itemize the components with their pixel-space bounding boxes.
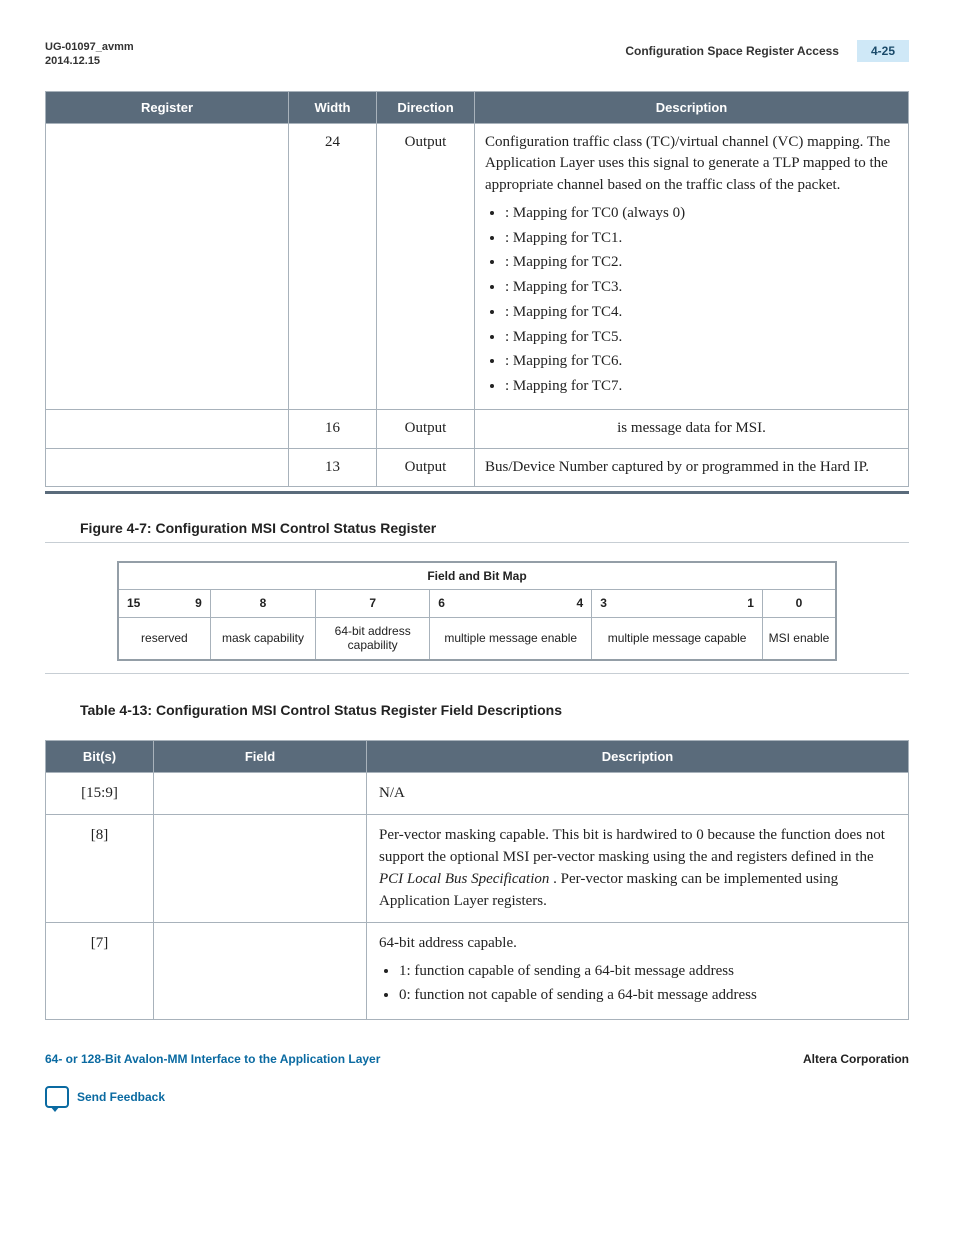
doc-date: 2014.12.15 [45, 54, 134, 68]
table-caption: Table 4-13: Configuration MSI Control St… [45, 702, 909, 718]
bit-range: 64 [430, 590, 592, 617]
cell-direction: Output [377, 409, 475, 448]
bit-range: 8 [210, 590, 315, 617]
page-number-badge: 4-25 [857, 40, 909, 62]
bit-range: 31 [592, 590, 763, 617]
bit-number-row: 159 8 7 64 31 0 [118, 590, 836, 617]
separator [45, 673, 909, 674]
list-item: : Mapping for TC1. [505, 228, 898, 250]
cell-bits: [7] [46, 923, 154, 1019]
table-row: [8] Per-vector masking capable. This bit… [46, 815, 909, 923]
list-item: : Mapping for TC5. [505, 327, 898, 349]
table-row: [7] 64-bit address capable. 1: function … [46, 923, 909, 1019]
cell-register [46, 123, 289, 409]
desc-text: registers defined in the [737, 849, 874, 865]
footer-chapter-link[interactable]: 64- or 128-Bit Avalon-MM Interface to th… [45, 1052, 380, 1066]
desc-intro: Configuration traffic class (TC)/virtual… [485, 132, 898, 197]
cell-field [154, 815, 367, 923]
doc-id-block: UG-01097_avmm 2014.12.15 [45, 40, 134, 69]
list-item: : Mapping for TC3. [505, 277, 898, 299]
field-reserved: reserved [118, 617, 210, 659]
header-right: Configuration Space Register Access 4-25 [625, 40, 909, 62]
th-description: Description [475, 91, 909, 123]
desc-text: and [711, 849, 736, 865]
field-msi-enable: MSI enable [762, 617, 836, 659]
cell-description: N/A [367, 772, 909, 815]
cell-description: Bus/Device Number captured by or program… [475, 448, 909, 487]
cell-description: is message data for MSI. [475, 409, 909, 448]
table-row: [15:9] N/A [46, 772, 909, 815]
cell-description: Per-vector masking capable. This bit is … [367, 815, 909, 923]
cell-bits: [15:9] [46, 772, 154, 815]
cell-field [154, 923, 367, 1019]
bit-range: 7 [316, 590, 430, 617]
field-mult-msg-capable: multiple message capable [592, 617, 763, 659]
cell-description: 64-bit address capable. 1: function capa… [367, 923, 909, 1019]
register-table: Register Width Direction Description 24 … [45, 91, 909, 488]
desc-bullets: 1: function capable of sending a 64-bit … [379, 961, 896, 1007]
bit-range: 159 [118, 590, 210, 617]
cell-field [154, 772, 367, 815]
field-description-table: Bit(s) Field Description [15:9] N/A [8] … [45, 740, 909, 1020]
desc-head: 64-bit address capable. [379, 933, 896, 955]
bit-field-row: reserved mask capability 64-bit address … [118, 617, 836, 659]
cell-width: 16 [289, 409, 377, 448]
th-width: Width [289, 91, 377, 123]
table-row: 16 Output is message data for MSI. [46, 409, 909, 448]
page-footer: 64- or 128-Bit Avalon-MM Interface to th… [45, 1052, 909, 1108]
list-item: : Mapping for TC7. [505, 376, 898, 398]
desc-italic: PCI Local Bus Specification [379, 871, 549, 887]
separator [45, 542, 909, 543]
th-description: Description [367, 740, 909, 772]
table-row: 13 Output Bus/Device Number captured by … [46, 448, 909, 487]
th-bits: Bit(s) [46, 740, 154, 772]
cell-width: 24 [289, 123, 377, 409]
cell-width: 13 [289, 448, 377, 487]
bit-range: 0 [762, 590, 836, 617]
field-64bit-addr: 64-bit address capability [316, 617, 430, 659]
cell-register [46, 448, 289, 487]
list-item: : Mapping for TC2. [505, 252, 898, 274]
page-header: UG-01097_avmm 2014.12.15 Configuration S… [45, 40, 909, 69]
table-bottom-rule [45, 491, 909, 494]
list-item: 0: function not capable of sending a 64-… [399, 985, 896, 1007]
section-title: Configuration Space Register Access [625, 44, 839, 58]
field-mask-capability: mask capability [210, 617, 315, 659]
cell-register [46, 409, 289, 448]
cell-direction: Output [377, 448, 475, 487]
bitmap-table: Field and Bit Map 159 8 7 64 31 0 reserv… [117, 561, 837, 660]
bitmap-header: Field and Bit Map [118, 562, 836, 590]
field-mult-msg-enable: multiple message enable [430, 617, 592, 659]
doc-id: UG-01097_avmm [45, 40, 134, 54]
list-item: 1: function capable of sending a 64-bit … [399, 961, 896, 983]
mapping-list: : Mapping for TC0 (always 0) : Mapping f… [485, 203, 898, 398]
cell-bits: [8] [46, 815, 154, 923]
feedback-label: Send Feedback [77, 1090, 165, 1104]
cell-direction: Output [377, 123, 475, 409]
table-row: 24 Output Configuration traffic class (T… [46, 123, 909, 409]
th-register: Register [46, 91, 289, 123]
th-field: Field [154, 740, 367, 772]
feedback-icon [45, 1086, 69, 1108]
send-feedback-link[interactable]: Send Feedback [45, 1086, 909, 1108]
cell-description: Configuration traffic class (TC)/virtual… [475, 123, 909, 409]
list-item: : Mapping for TC4. [505, 302, 898, 324]
figure-caption: Figure 4-7: Configuration MSI Control St… [45, 520, 909, 536]
footer-company: Altera Corporation [803, 1052, 909, 1066]
list-item: : Mapping for TC6. [505, 351, 898, 373]
list-item: : Mapping for TC0 (always 0) [505, 203, 898, 225]
th-direction: Direction [377, 91, 475, 123]
